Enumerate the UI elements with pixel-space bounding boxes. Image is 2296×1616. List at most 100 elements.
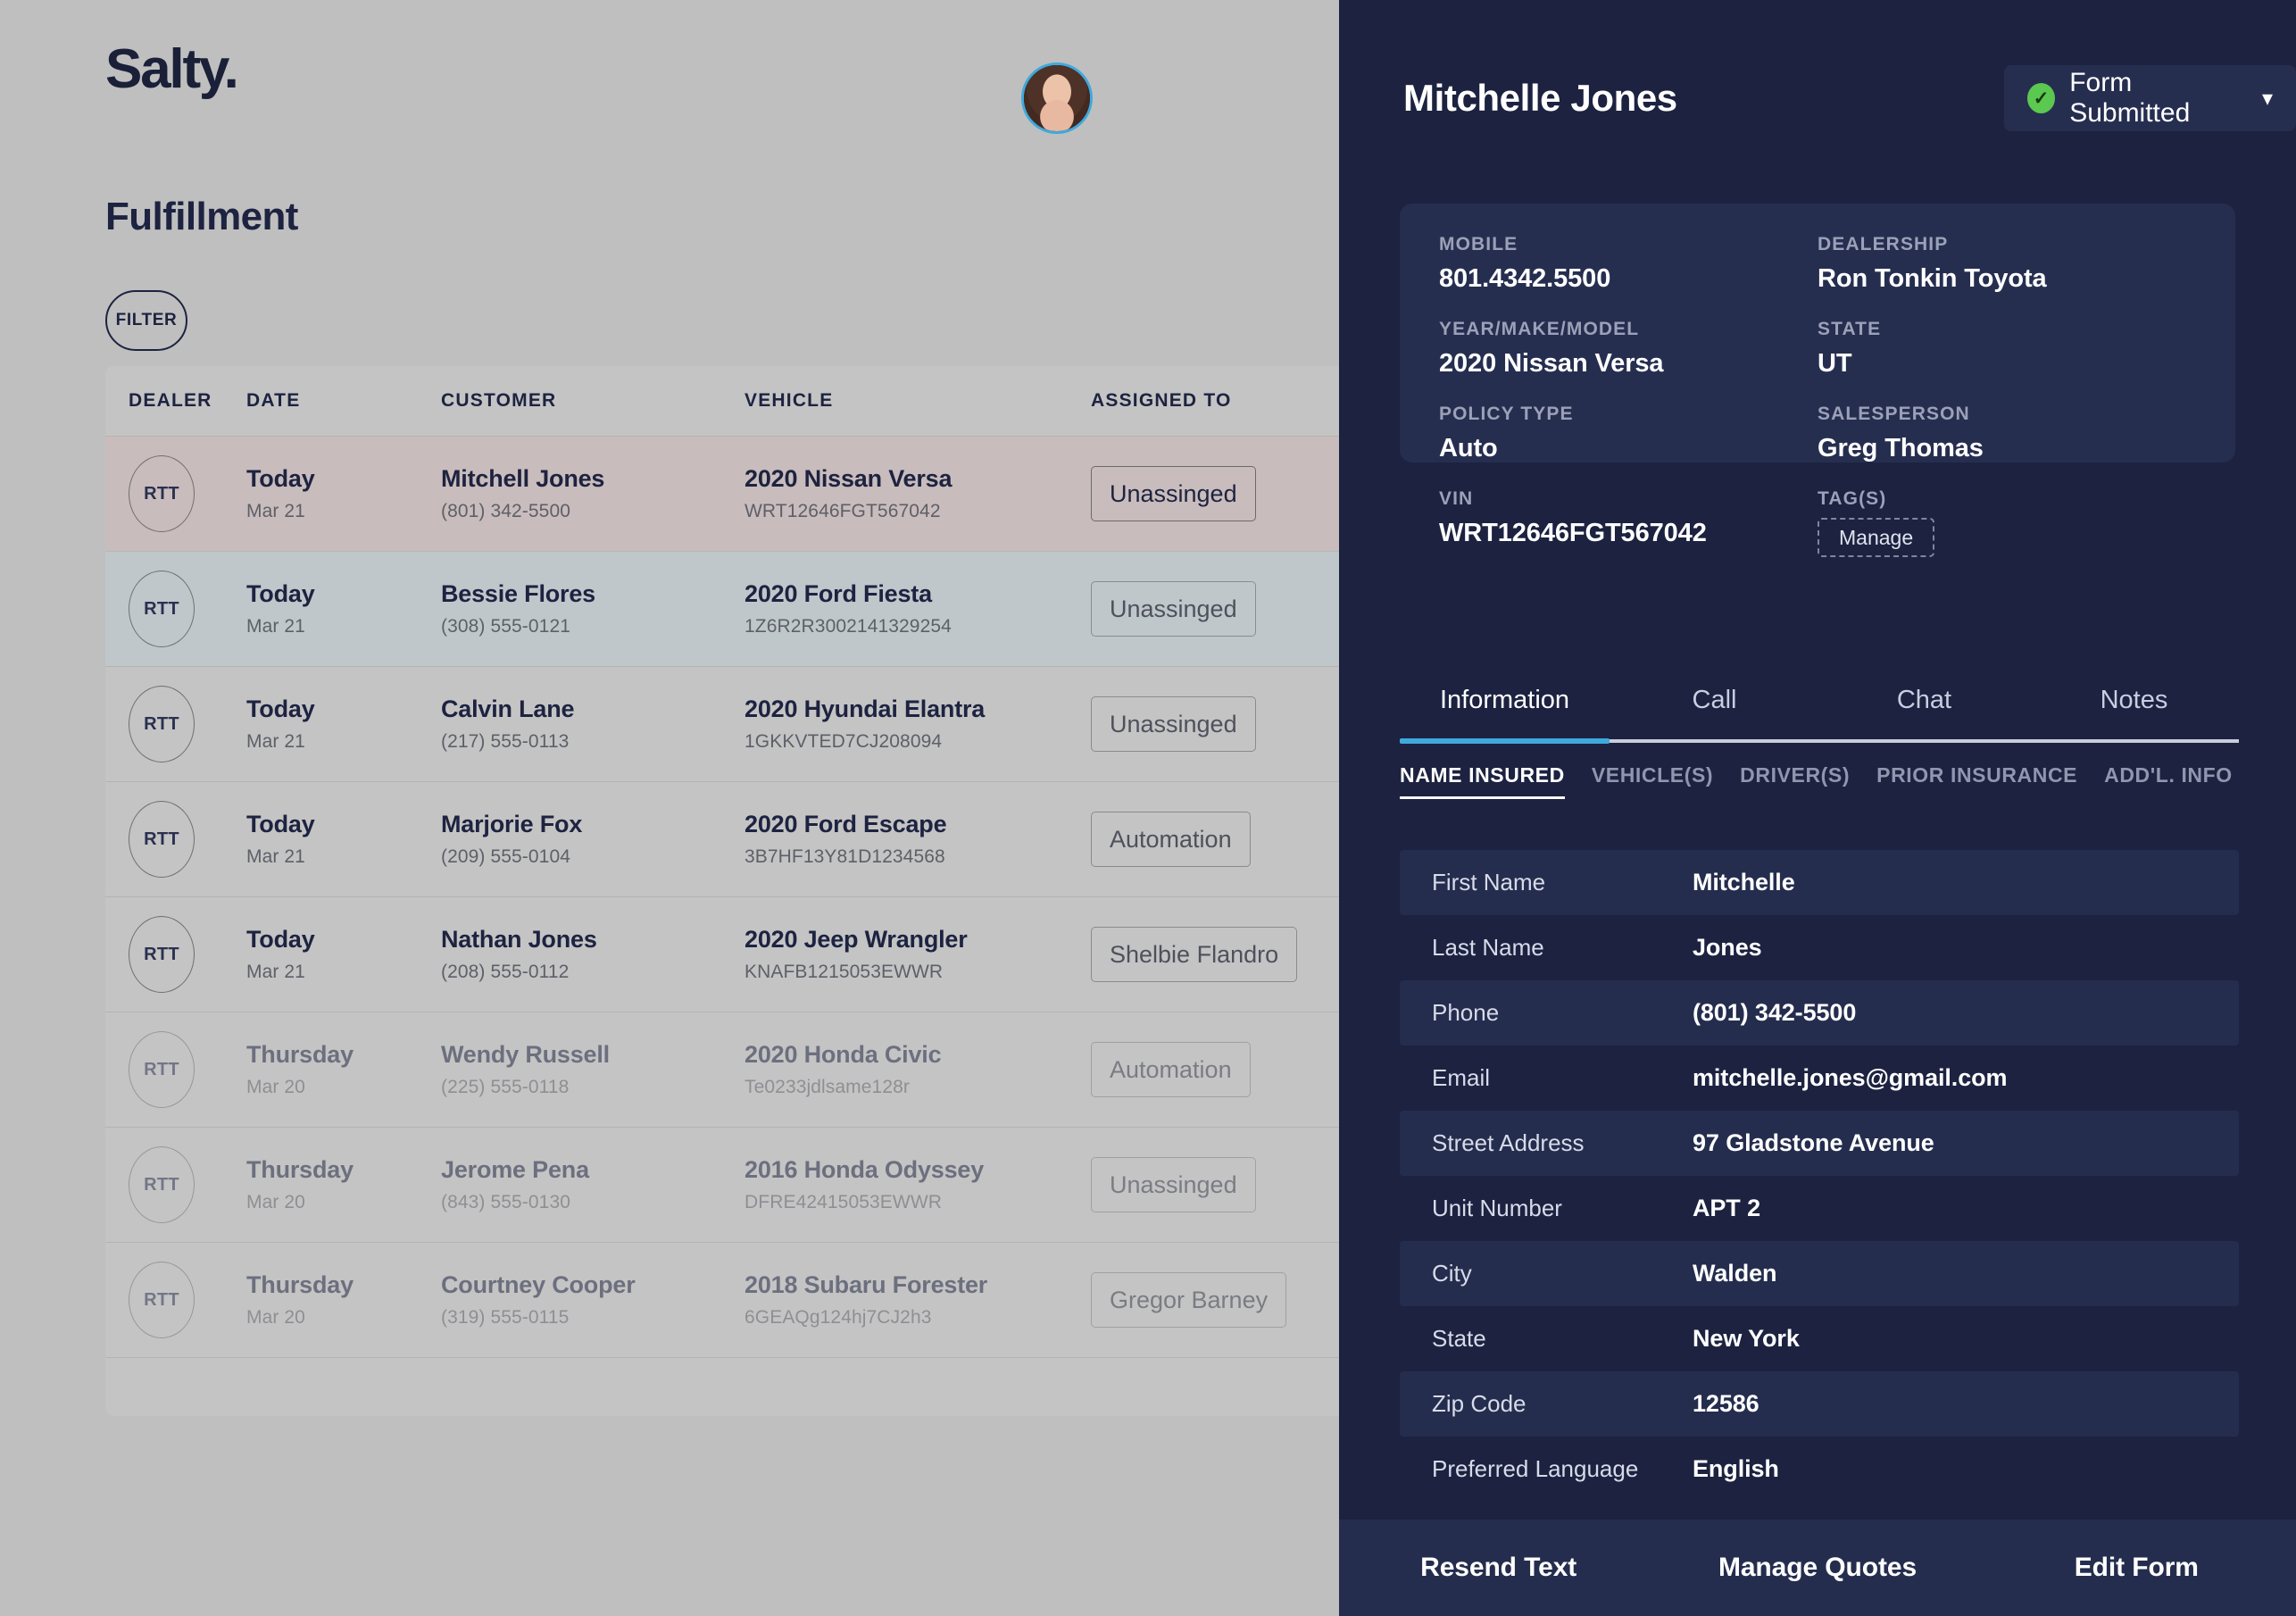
date-day: Today: [246, 464, 315, 492]
check-circle-icon: ✓: [2027, 83, 2056, 113]
cell-customer: Mitchell Jones (801) 342-5500: [441, 465, 745, 523]
detail-panel-header: Mitchelle Jones ✓ Form Submitted ▾: [1021, 0, 2296, 166]
filter-button[interactable]: FILTER: [105, 290, 187, 351]
field-row[interactable]: Email mitchelle.jones@gmail.com: [1400, 1045, 2239, 1111]
info-block: POLICY TYPE Auto: [1439, 404, 1818, 463]
table-row[interactable]: RTT Today Mar 21 Calvin Lane (217) 555-0113 2…: [105, 666, 1382, 781]
assigned-to-chip[interactable]: Unassinged: [1091, 696, 1256, 752]
cell-date: Thursday Mar 20: [246, 1271, 441, 1329]
subtab-prior-insurance[interactable]: PRIOR INSURANCE: [1876, 763, 2077, 796]
info-value: Auto: [1439, 434, 1498, 462]
policy-info-grid: MOBILE 801.4342.5500 DEALERSHIP Ron Tonkin …: [1439, 234, 2196, 582]
info-value: Ron Tonkin Toyota: [1818, 264, 2047, 293]
cell-customer: Nathan Jones (208) 555-0112: [441, 926, 745, 984]
field-value: 97 Gladstone Avenue: [1693, 1129, 1934, 1156]
field-row[interactable]: State New York: [1400, 1306, 2239, 1371]
table-row[interactable]: RTT Today Mar 21 Bessie Flores (308) 555-012…: [105, 551, 1382, 666]
field-label: City: [1432, 1260, 1472, 1287]
manage-tags-button[interactable]: Manage: [1818, 518, 1935, 557]
assigned-to-chip[interactable]: Gregor Barney: [1091, 1272, 1287, 1328]
field-row[interactable]: Zip Code 12586: [1400, 1371, 2239, 1437]
assigned-to-chip[interactable]: Unassinged: [1091, 581, 1256, 637]
resend-text-button[interactable]: Resend Text: [1339, 1553, 1658, 1583]
cell-dealer: RTT: [129, 1146, 246, 1223]
dealer-badge: RTT: [129, 1262, 195, 1338]
field-row[interactable]: First Name Mitchelle: [1400, 850, 2239, 915]
table-row[interactable]: RTT Thursday Mar 20 Jerome Pena (843) 555-01…: [105, 1127, 1382, 1242]
filter-button-label: FILTER: [115, 311, 178, 329]
table-row[interactable]: RTT Today Mar 21 Marjorie Fox (209) 555-0104…: [105, 781, 1382, 896]
table-row[interactable]: RTT Today Mar 21 Nathan Jones (208) 555-0112…: [105, 896, 1382, 1012]
field-row[interactable]: Street Address 97 Gladstone Avenue: [1400, 1111, 2239, 1176]
field-value: 12586: [1693, 1390, 1759, 1417]
dealer-badge: RTT: [129, 686, 195, 762]
table-row[interactable]: RTT Thursday Mar 20 Wendy Russell (225) 555-…: [105, 1012, 1382, 1127]
field-label: Unit Number: [1432, 1195, 1562, 1221]
vehicle-vin: Te0233jdlsame128r: [745, 1077, 910, 1098]
info-block: YEAR/MAKE/MODEL 2020 Nissan Versa: [1439, 319, 1818, 379]
customer-name: Wendy Russell: [441, 1040, 610, 1068]
field-label: State: [1432, 1325, 1486, 1352]
cell-vehicle: 2016 Honda Odyssey DFRE42415053EWWR: [745, 1156, 1091, 1214]
cell-vehicle: 2020 Hyundai Elantra 1GKKVTED7CJ208094: [745, 696, 1091, 754]
subtab-vehicle-s-[interactable]: VEHICLE(S): [1592, 763, 1713, 796]
vehicle-name: 2020 Ford Fiesta: [745, 579, 932, 607]
customer-phone: (843) 555-0130: [441, 1192, 571, 1213]
field-row[interactable]: Last Name Jones: [1400, 915, 2239, 980]
cell-dealer: RTT: [129, 1262, 246, 1338]
subtab-driver-s-[interactable]: DRIVER(S): [1740, 763, 1850, 796]
assigned-to-chip[interactable]: Unassinged: [1091, 1157, 1256, 1212]
field-row[interactable]: Phone (801) 342-5500: [1400, 980, 2239, 1045]
vehicle-name: 2020 Jeep Wrangler: [745, 925, 968, 953]
field-value: (801) 342-5500: [1693, 999, 1857, 1026]
info-block: VIN WRT12646FGT567042: [1439, 488, 1818, 557]
field-row[interactable]: City Walden: [1400, 1241, 2239, 1306]
assigned-to-chip[interactable]: Unassinged: [1091, 466, 1256, 521]
customer-phone: (225) 555-0118: [441, 1077, 570, 1098]
chevron-down-icon: ▾: [2261, 86, 2273, 111]
avatar-photo: [1024, 65, 1090, 131]
info-value: 801.4342.5500: [1439, 264, 1611, 293]
vehicle-name: 2020 Honda Civic: [745, 1040, 942, 1068]
manage-quotes-button[interactable]: Manage Quotes: [1658, 1553, 1976, 1583]
cell-date: Thursday Mar 20: [246, 1156, 441, 1214]
tab-chat[interactable]: Chat: [1819, 686, 2029, 741]
info-label: YEAR/MAKE/MODEL: [1439, 319, 1640, 339]
column-header-date: DATE: [246, 390, 301, 411]
cell-dealer: RTT: [129, 455, 246, 532]
tab-notes[interactable]: Notes: [2029, 686, 2239, 741]
subtab-name-insured[interactable]: NAME INSURED: [1400, 763, 1565, 799]
field-row[interactable]: Unit Number APT 2: [1400, 1176, 2239, 1241]
date-sub: Mar 21: [246, 731, 305, 753]
tab-information[interactable]: Information: [1400, 686, 1610, 741]
cell-dealer: RTT: [129, 916, 246, 993]
cell-dealer: RTT: [129, 571, 246, 647]
tab-underline-active: [1400, 738, 1610, 744]
info-label: VIN: [1439, 488, 1474, 509]
edit-form-button[interactable]: Edit Form: [1977, 1553, 2296, 1583]
table-row[interactable]: RTT Thursday Mar 20 Courtney Cooper (319) 55…: [105, 1242, 1382, 1357]
column-header-dealer: DEALER: [129, 390, 212, 411]
assigned-to-chip[interactable]: Automation: [1091, 1042, 1251, 1097]
vehicle-vin: 1Z6R2R3002141329254: [745, 616, 952, 637]
assigned-to-chip[interactable]: Shelbie Flandro: [1091, 927, 1298, 982]
avatar[interactable]: [1021, 62, 1093, 134]
subtab-add-l-info[interactable]: ADD'L. INFO: [2104, 763, 2233, 796]
field-label: Email: [1432, 1064, 1491, 1091]
date-sub: Mar 20: [246, 1077, 305, 1098]
field-row[interactable]: Preferred Language English: [1400, 1437, 2239, 1502]
date-day: Thursday: [246, 1155, 354, 1183]
tab-call[interactable]: Call: [1610, 686, 1819, 741]
customer-phone: (319) 555-0115: [441, 1307, 570, 1329]
assigned-to-chip[interactable]: Automation: [1091, 812, 1251, 867]
customer-phone: (209) 555-0104: [441, 846, 571, 868]
cell-date: Today Mar 21: [246, 465, 441, 523]
table-row[interactable]: RTT Today Mar 21 Mitchell Jones (801) 342-55…: [105, 436, 1382, 551]
name-insured-field-list: First Name Mitchelle Last Name Jones Phone (8…: [1400, 850, 2239, 1502]
status-badge[interactable]: ✓ Form Submitted ▾: [2004, 65, 2296, 131]
cell-customer: Marjorie Fox (209) 555-0104: [441, 811, 745, 869]
cell-dealer: RTT: [129, 686, 246, 762]
page-title: Fulfillment: [105, 195, 298, 238]
dealer-badge: RTT: [129, 571, 195, 647]
field-value: New York: [1693, 1325, 1800, 1352]
